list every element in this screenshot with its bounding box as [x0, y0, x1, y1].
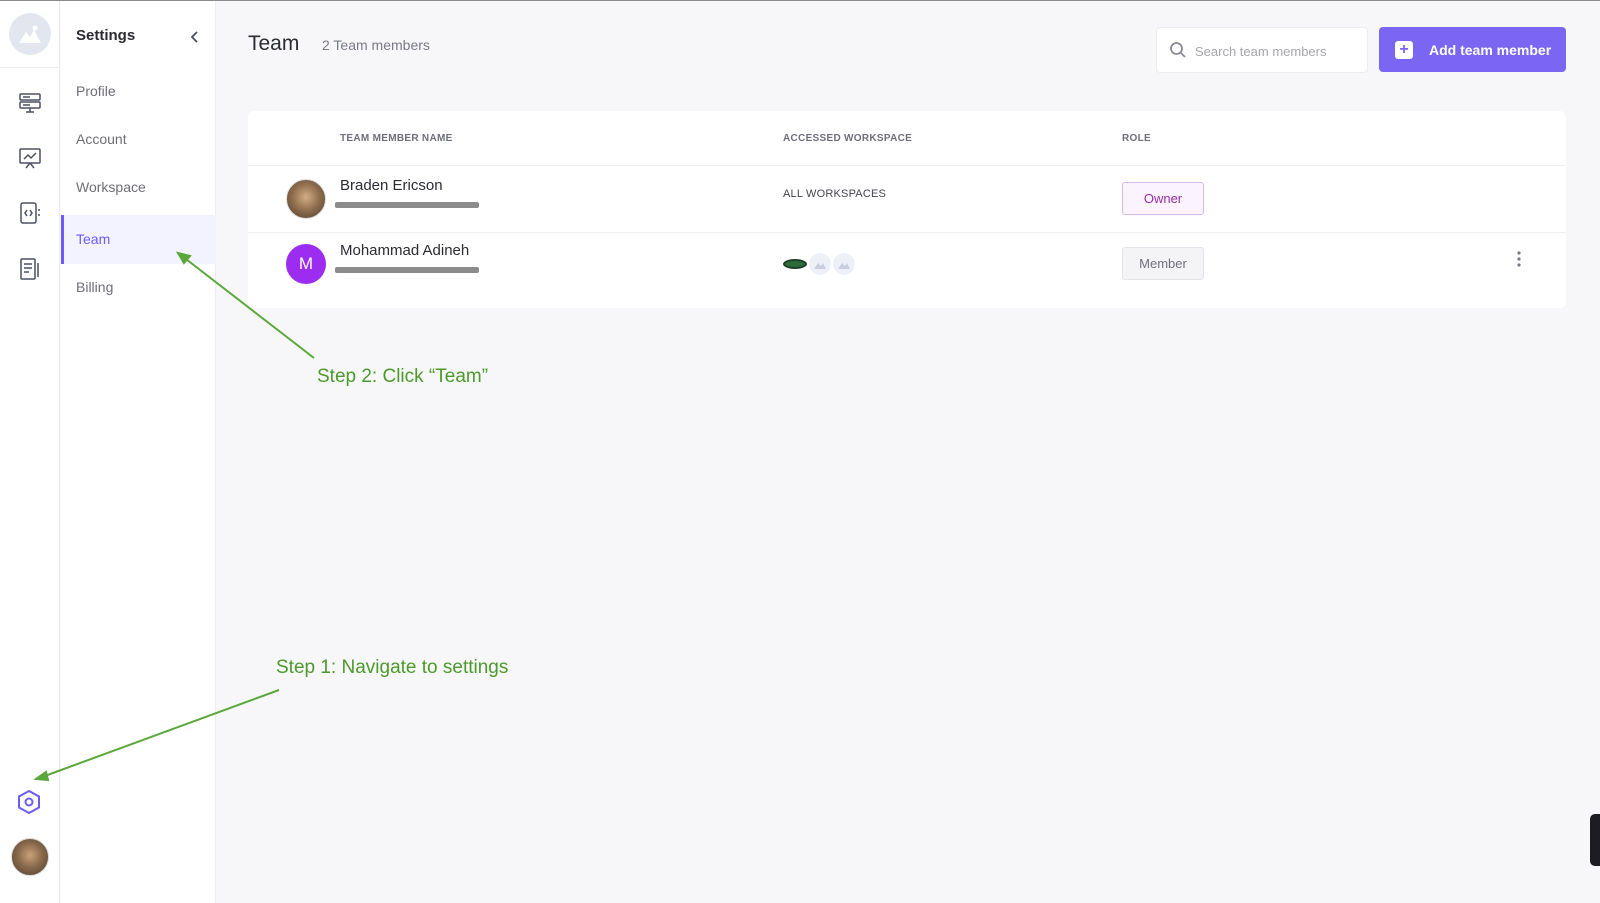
search-box[interactable]	[1156, 27, 1368, 73]
add-team-member-button[interactable]: + Add team member	[1379, 27, 1566, 72]
floating-edge-tab[interactable]	[1590, 814, 1600, 866]
table-row[interactable]: M Mohammad Adineh Member	[248, 233, 1566, 299]
rail-divider	[0, 67, 60, 68]
sidebar-item-billing[interactable]: Billing	[61, 263, 216, 312]
sidebar-item-profile[interactable]: Profile	[61, 67, 216, 116]
settings-title: Settings	[76, 27, 136, 44]
logo-icon[interactable]	[9, 13, 51, 55]
search-input[interactable]	[1195, 40, 1360, 62]
column-header-workspace: ACCESSED WORKSPACE	[783, 133, 913, 144]
sidebar-item-workspace[interactable]: Workspace	[61, 163, 216, 212]
document-icon[interactable]	[16, 255, 44, 283]
column-header-role: ROLE	[1122, 133, 1151, 144]
workspace-icons	[783, 253, 857, 275]
redacted-email	[335, 267, 479, 273]
role-badge[interactable]: Member	[1122, 247, 1204, 280]
sidebar-item-team[interactable]: Team	[61, 215, 216, 264]
user-avatar[interactable]	[11, 838, 49, 876]
workspace-access: ALL WORKSPACES	[783, 188, 887, 200]
chevron-left-icon[interactable]	[183, 25, 207, 49]
code-file-icon[interactable]	[16, 199, 44, 227]
page-title: Team	[248, 32, 300, 55]
add-team-member-label: Add team member	[1429, 41, 1552, 58]
avatar: M	[286, 244, 326, 284]
more-options-icon[interactable]	[1509, 247, 1529, 271]
member-count: 2 Team members	[322, 37, 430, 53]
server-icon[interactable]	[16, 89, 44, 117]
workspace-image-icon	[809, 253, 831, 275]
icon-rail	[0, 1, 60, 903]
step-2-annotation: Step 2: Click “Team”	[317, 366, 489, 387]
member-name: Braden Ericson	[340, 177, 443, 194]
team-table: TEAM MEMBER NAME ACCESSED WORKSPACE ROLE…	[248, 111, 1566, 308]
redacted-email	[335, 202, 479, 208]
sidebar-item-account[interactable]: Account	[61, 115, 216, 164]
presentation-chart-icon[interactable]	[16, 144, 44, 172]
column-header-name: TEAM MEMBER NAME	[340, 133, 453, 144]
search-icon	[1169, 41, 1187, 64]
window-top-border	[0, 0, 1600, 1]
member-name: Mohammad Adineh	[340, 242, 470, 259]
plus-icon: +	[1395, 40, 1413, 59]
settings-submenu: Settings Profile Account Workspace Team …	[61, 1, 216, 903]
role-badge[interactable]: Owner	[1122, 182, 1204, 215]
table-row[interactable]: Braden Ericson ALL WORKSPACES Owner	[248, 166, 1566, 232]
workspace-logo-icon	[783, 259, 807, 269]
settings-hexagon-icon[interactable]	[16, 789, 42, 815]
workspace-image-icon	[833, 253, 855, 275]
step-1-annotation: Step 1: Navigate to settings	[276, 657, 509, 678]
avatar	[286, 179, 326, 219]
